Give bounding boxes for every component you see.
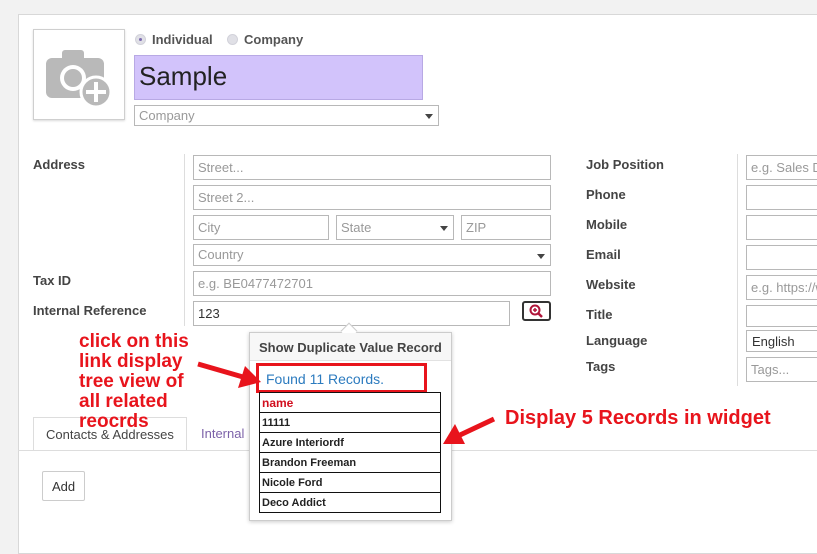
annotation-arrows (197, 361, 496, 444)
arrow-left-icon (443, 416, 496, 444)
arrow-right-icon (197, 361, 261, 388)
